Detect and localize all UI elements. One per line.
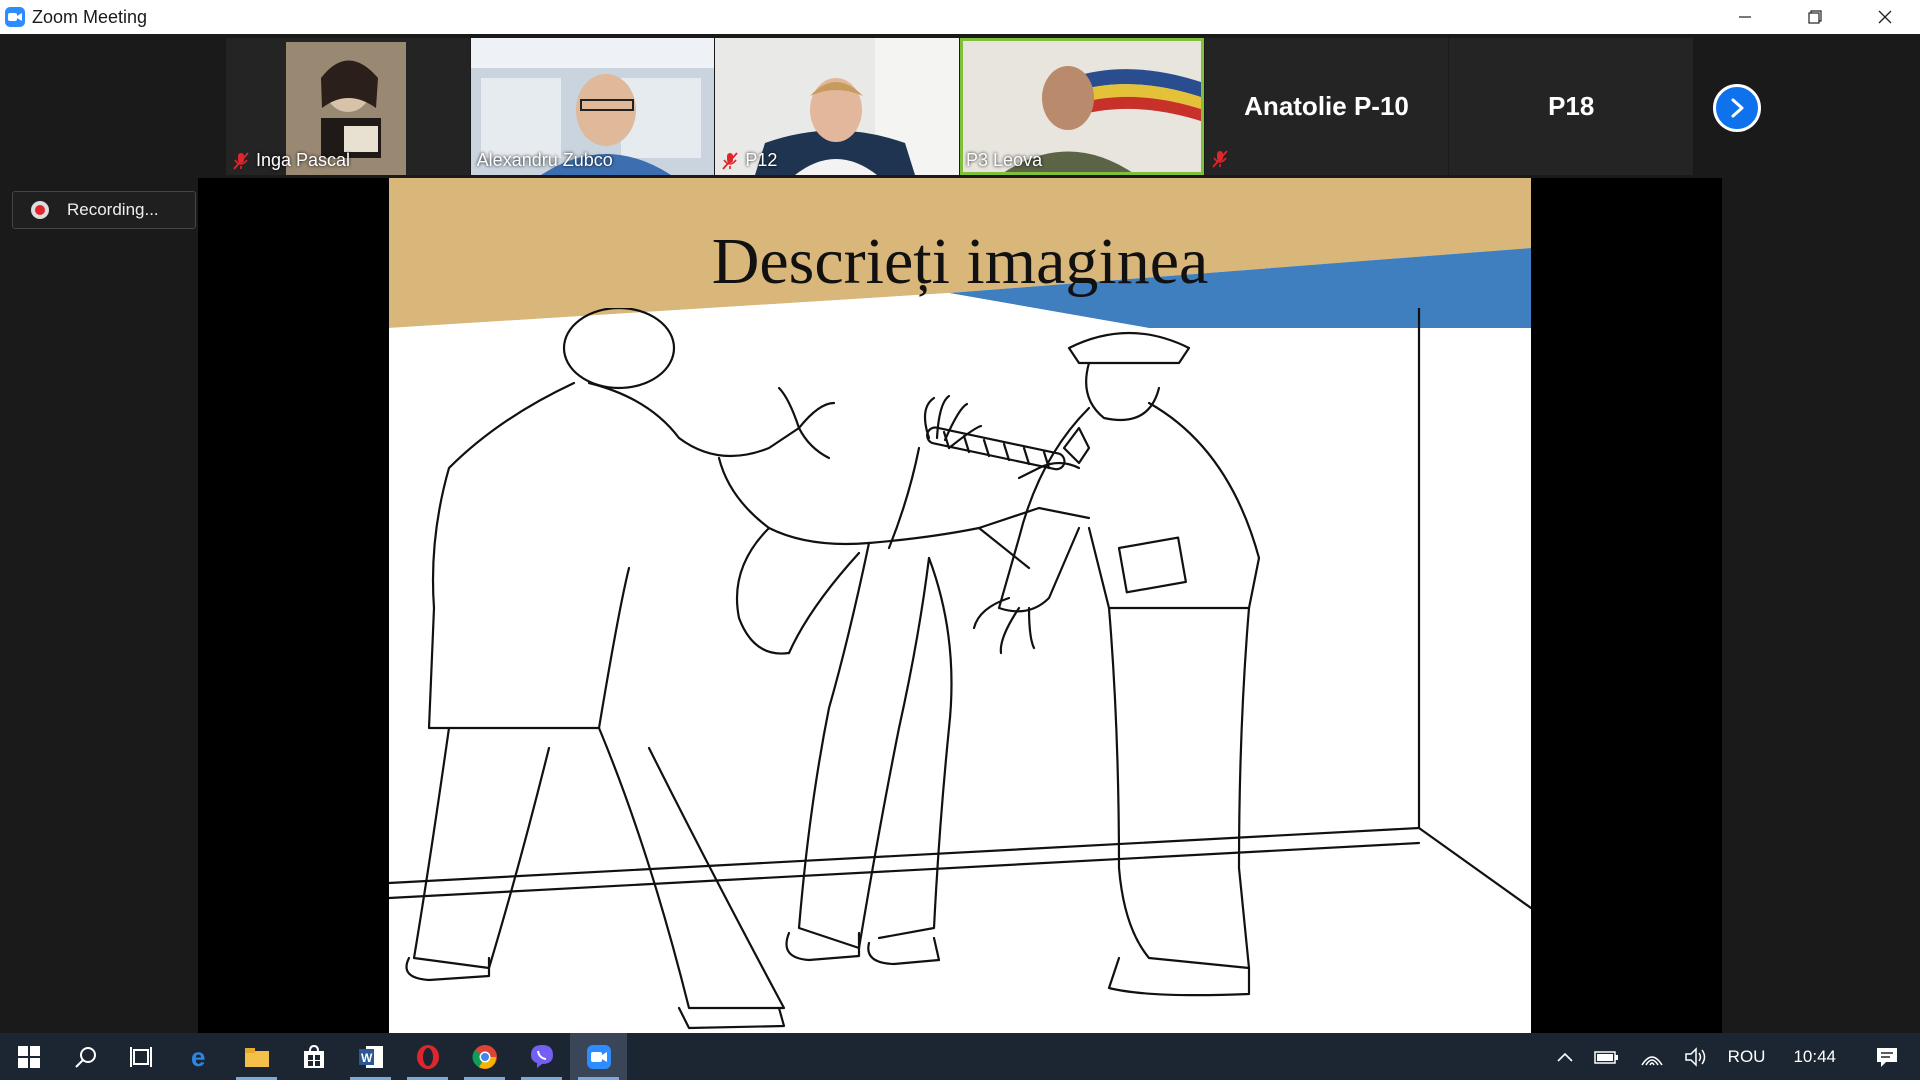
svg-text:e: e xyxy=(191,1044,205,1070)
participant-tile[interactable]: Anatolie P-10 xyxy=(1204,38,1449,175)
slide-illustration xyxy=(389,308,1531,1030)
clock[interactable]: 10:44 xyxy=(1775,1047,1854,1067)
svg-text:W: W xyxy=(361,1051,373,1065)
word-icon[interactable]: W xyxy=(342,1033,399,1080)
input-language[interactable]: ROU xyxy=(1718,1047,1776,1067)
volume-icon[interactable] xyxy=(1674,1046,1718,1067)
participant-tile-active-speaker[interactable]: P3 Leova xyxy=(960,38,1204,175)
wifi-icon[interactable] xyxy=(1630,1047,1674,1067)
participant-name: P3 Leova xyxy=(966,150,1043,170)
participant-name: P12 xyxy=(721,150,777,171)
minimize-button[interactable] xyxy=(1710,0,1780,34)
meeting-area: Inga Pascal Alexandru Zubco P12 P3 Leova… xyxy=(0,34,1920,1033)
mic-muted-icon xyxy=(722,151,739,170)
system-tray: ROU 10:44 xyxy=(1546,1033,1920,1080)
store-icon[interactable] xyxy=(285,1033,342,1080)
chevron-right-icon xyxy=(1731,98,1744,118)
slide-title: Descrieți imaginea xyxy=(711,225,1209,298)
opera-icon[interactable] xyxy=(399,1033,456,1080)
participant-name: P18 xyxy=(1548,91,1595,121)
recording-label: Recording... xyxy=(67,200,159,219)
file-explorer-icon[interactable] xyxy=(228,1033,285,1080)
viber-icon[interactable] xyxy=(513,1033,570,1080)
search-icon[interactable] xyxy=(57,1033,114,1080)
restore-button[interactable] xyxy=(1780,0,1850,34)
participant-tile[interactable]: P18 xyxy=(1449,38,1694,175)
participant-strip: Inga Pascal Alexandru Zubco P12 P3 Leova… xyxy=(226,38,1694,175)
chrome-icon[interactable] xyxy=(456,1033,513,1080)
participant-name: Inga Pascal xyxy=(232,150,350,171)
shared-screen: Descrieți imaginea xyxy=(198,178,1722,1033)
chevron-up-icon[interactable] xyxy=(1546,1051,1584,1063)
record-icon xyxy=(31,201,49,219)
task-view-icon[interactable] xyxy=(114,1033,171,1080)
participant-name: Anatolie P-10 xyxy=(1244,91,1409,121)
presentation-slide: Descrieți imaginea xyxy=(389,178,1531,1033)
participant-tile[interactable]: P12 xyxy=(715,38,960,175)
participant-tile[interactable]: Alexandru Zubco xyxy=(470,38,715,175)
windows-start-icon[interactable] xyxy=(0,1033,57,1080)
title-bar: Zoom Meeting xyxy=(0,0,1920,34)
windows-taskbar: e W ROU 10:44 xyxy=(0,1033,1920,1080)
next-page-button[interactable] xyxy=(1713,84,1761,132)
participant-name: Alexandru Zubco xyxy=(476,150,613,170)
close-button[interactable] xyxy=(1850,0,1920,34)
notifications-icon[interactable] xyxy=(1854,1046,1920,1068)
recording-indicator[interactable]: Recording... xyxy=(12,191,196,229)
window-title: Zoom Meeting xyxy=(32,6,148,27)
edge-icon[interactable]: e xyxy=(171,1033,228,1080)
zoom-icon xyxy=(5,7,25,27)
mic-muted-icon xyxy=(233,151,249,170)
mic-muted-icon xyxy=(1212,150,1228,168)
zoom-icon[interactable] xyxy=(570,1033,627,1080)
participant-tile[interactable]: Inga Pascal xyxy=(226,38,470,175)
battery-icon[interactable] xyxy=(1584,1049,1630,1065)
